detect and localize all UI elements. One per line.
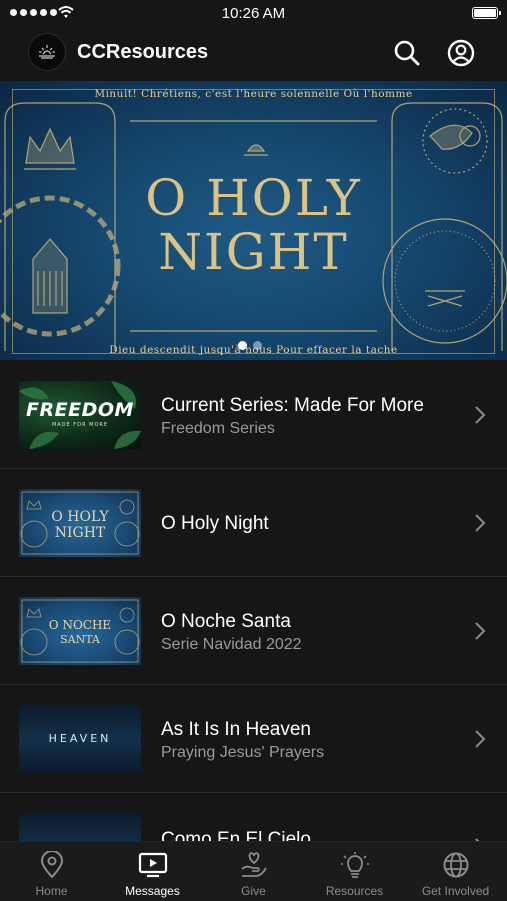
list-item[interactable]: HEAVEN As It Is In Heaven Praying Jesus'… <box>0 685 507 793</box>
list-item[interactable]: O HOLY NIGHT O Holy Night <box>0 469 507 577</box>
globe-icon <box>443 852 468 878</box>
tab-label: Home <box>35 884 68 898</box>
item-title: O Holy Night <box>161 513 269 534</box>
search-icon <box>394 40 420 66</box>
thumbnail-title-line-1: O NOCHE <box>48 618 112 632</box>
item-subtitle: Praying Jesus' Prayers <box>161 744 325 761</box>
chevron-right-icon <box>475 730 486 748</box>
series-thumbnail: O HOLY NIGHT <box>19 489 141 557</box>
thumbnail-subtitle: MADE FOR MORE <box>51 422 109 428</box>
app-header: CCResources <box>0 28 507 80</box>
chevron-right-icon <box>475 406 486 424</box>
tab-home[interactable]: Home <box>1 842 102 901</box>
lightbulb-icon <box>340 852 369 878</box>
tab-give[interactable]: Give <box>203 842 304 901</box>
series-list: FREEDOM MADE FOR MORE Current Series: Ma… <box>0 361 507 900</box>
series-thumbnail: HEAVEN <box>19 705 141 773</box>
carousel-dot-2[interactable] <box>253 341 262 350</box>
thumbnail-title-line-2: SANTA <box>60 633 100 646</box>
featured-carousel[interactable]: Minuit! Chrétiens, c'est l'heure solenne… <box>0 81 507 360</box>
tab-get-involved[interactable]: Get Involved <box>405 842 506 901</box>
series-thumbnail: O NOCHE SANTA <box>19 597 141 665</box>
tab-messages[interactable]: Messages <box>102 842 203 901</box>
account-button[interactable] <box>446 38 476 68</box>
tab-label: Get Involved <box>421 884 490 898</box>
tab-bar: Home Messages Give Resources Get Involve… <box>0 841 507 901</box>
app-title: CCResources <box>77 41 209 63</box>
chevron-right-icon <box>475 622 486 640</box>
search-button[interactable] <box>392 38 422 68</box>
thumbnail-title-line-1: O HOLY <box>51 509 109 525</box>
list-item[interactable]: FREEDOM MADE FOR MORE Current Series: Ma… <box>0 361 507 469</box>
item-title: Current Series: Made For More <box>161 395 424 416</box>
list-item[interactable]: O NOCHE SANTA O Noche Santa Serie Navida… <box>0 577 507 685</box>
item-subtitle: Freedom Series <box>161 420 275 437</box>
item-subtitle: Serie Navidad 2022 <box>161 636 302 653</box>
thumbnail-title: FREEDOM <box>26 399 134 421</box>
battery-icon <box>472 7 501 19</box>
chevron-right-icon <box>475 514 486 532</box>
hand-heart-icon <box>240 852 267 877</box>
tab-label: Resources <box>325 884 384 898</box>
carousel-dot-1[interactable] <box>238 341 247 350</box>
status-time: 10:26 AM <box>221 5 286 22</box>
tab-resources[interactable]: Resources <box>304 842 405 901</box>
tv-play-icon <box>138 852 167 878</box>
hero-top-text: Minuit! Chrétiens, c'est l'heure solenne… <box>94 88 413 100</box>
carousel-page-indicator[interactable] <box>238 341 262 350</box>
status-bar: 10:26 AM <box>0 0 507 28</box>
thumbnail-title: HEAVEN <box>48 732 112 745</box>
hero-title-line-1: O HOLY <box>145 169 362 227</box>
hero-title-line-2: NIGHT <box>158 223 349 281</box>
series-thumbnail: FREEDOM MADE FOR MORE <box>19 381 141 449</box>
user-circle-icon <box>447 39 475 67</box>
tab-label: Messages <box>125 884 180 898</box>
item-title: As It Is In Heaven <box>161 719 311 740</box>
item-title: O Noche Santa <box>161 611 291 632</box>
app-logo[interactable] <box>28 33 66 71</box>
thumbnail-title-line-2: NIGHT <box>54 525 106 541</box>
church-logo-icon <box>39 45 55 59</box>
tab-label: Give <box>241 884 266 898</box>
location-pin-icon <box>40 851 63 879</box>
